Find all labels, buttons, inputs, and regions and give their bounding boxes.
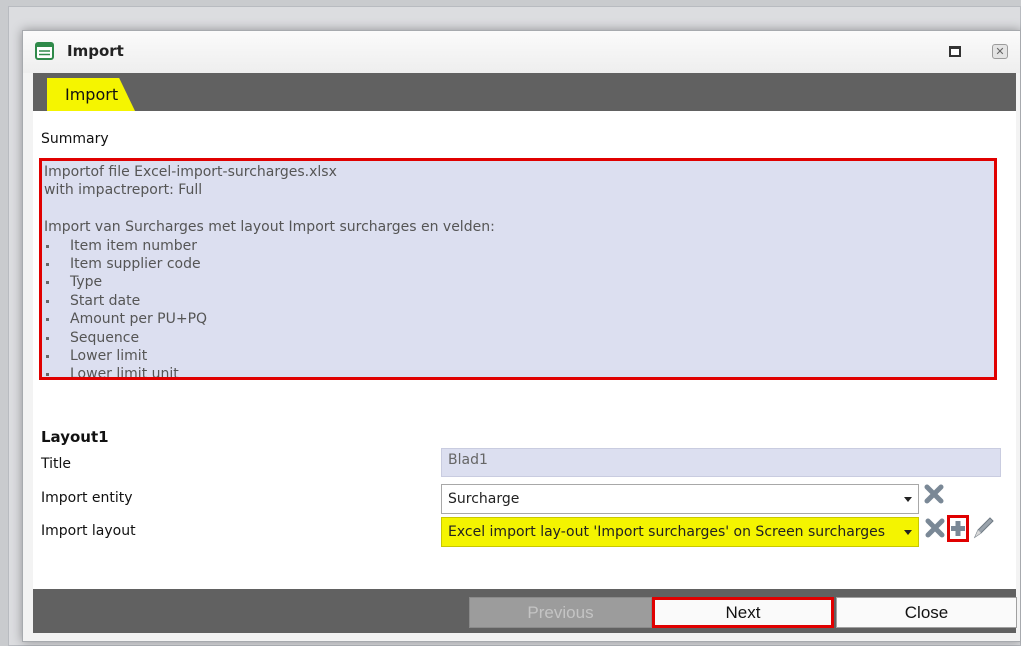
dialog-footer: Previous Next Close — [33, 589, 1017, 633]
summary-field-list: Item item number Item supplier code Type… — [44, 237, 994, 377]
summary-box: Importof file Excel-import-surcharges.xl… — [39, 158, 997, 380]
import-entity-value: Surcharge — [448, 491, 520, 507]
close-button[interactable]: Close — [836, 597, 1017, 628]
summary-spacer — [44, 200, 994, 218]
add-layout-button[interactable] — [947, 515, 969, 542]
summary-line: Importof file Excel-import-surcharges.xl… — [44, 164, 337, 180]
list-item: Lower limit — [44, 347, 994, 365]
summary-label: Summary — [41, 131, 109, 147]
summary-line: with impactreport: Full — [44, 182, 203, 199]
import-panel: Summary Importof file Excel-import-surch… — [33, 111, 1016, 589]
list-item: Start date — [44, 292, 994, 310]
tab-import[interactable]: Import — [47, 78, 135, 111]
clear-icon[interactable] — [923, 483, 945, 505]
dropdown-caret-icon[interactable] — [904, 497, 912, 502]
import-layout-value: Excel import lay-out 'Import surcharges'… — [448, 524, 886, 540]
list-item: Lower limit unit — [44, 365, 994, 377]
layout-heading: Layout1 — [41, 428, 109, 446]
import-layout-select[interactable]: Excel import lay-out 'Import surcharges'… — [441, 517, 919, 547]
maximize-icon[interactable] — [949, 46, 961, 57]
import-dialog: Import ✕ Import Summary Importof file Ex… — [22, 30, 1021, 642]
clear-icon[interactable] — [924, 517, 946, 539]
title-field: Blad1 — [441, 448, 1001, 477]
list-item: Item supplier code — [44, 255, 994, 273]
import-entity-select[interactable]: Surcharge — [441, 484, 919, 514]
list-item: Type — [44, 273, 994, 291]
summary-line: Import van Surcharges met layout Import … — [44, 219, 495, 236]
title-bar: Import ✕ — [23, 31, 1020, 73]
import-layout-label: Import layout — [41, 523, 136, 539]
edit-icon[interactable] — [971, 515, 995, 541]
import-entity-label: Import entity — [41, 490, 133, 506]
list-item: Item item number — [44, 237, 994, 255]
close-icon[interactable]: ✕ — [992, 44, 1008, 59]
window-title: Import — [67, 42, 124, 60]
list-item: Amount per PU+PQ — [44, 310, 994, 328]
title-label: Title — [41, 456, 72, 472]
add-icon — [951, 521, 965, 536]
form-icon — [35, 42, 54, 60]
next-button[interactable]: Next — [652, 597, 834, 628]
dropdown-caret-icon[interactable] — [904, 530, 912, 535]
tab-bar: Import — [33, 73, 1016, 111]
previous-button[interactable]: Previous — [469, 597, 652, 628]
list-item: Sequence — [44, 329, 994, 347]
